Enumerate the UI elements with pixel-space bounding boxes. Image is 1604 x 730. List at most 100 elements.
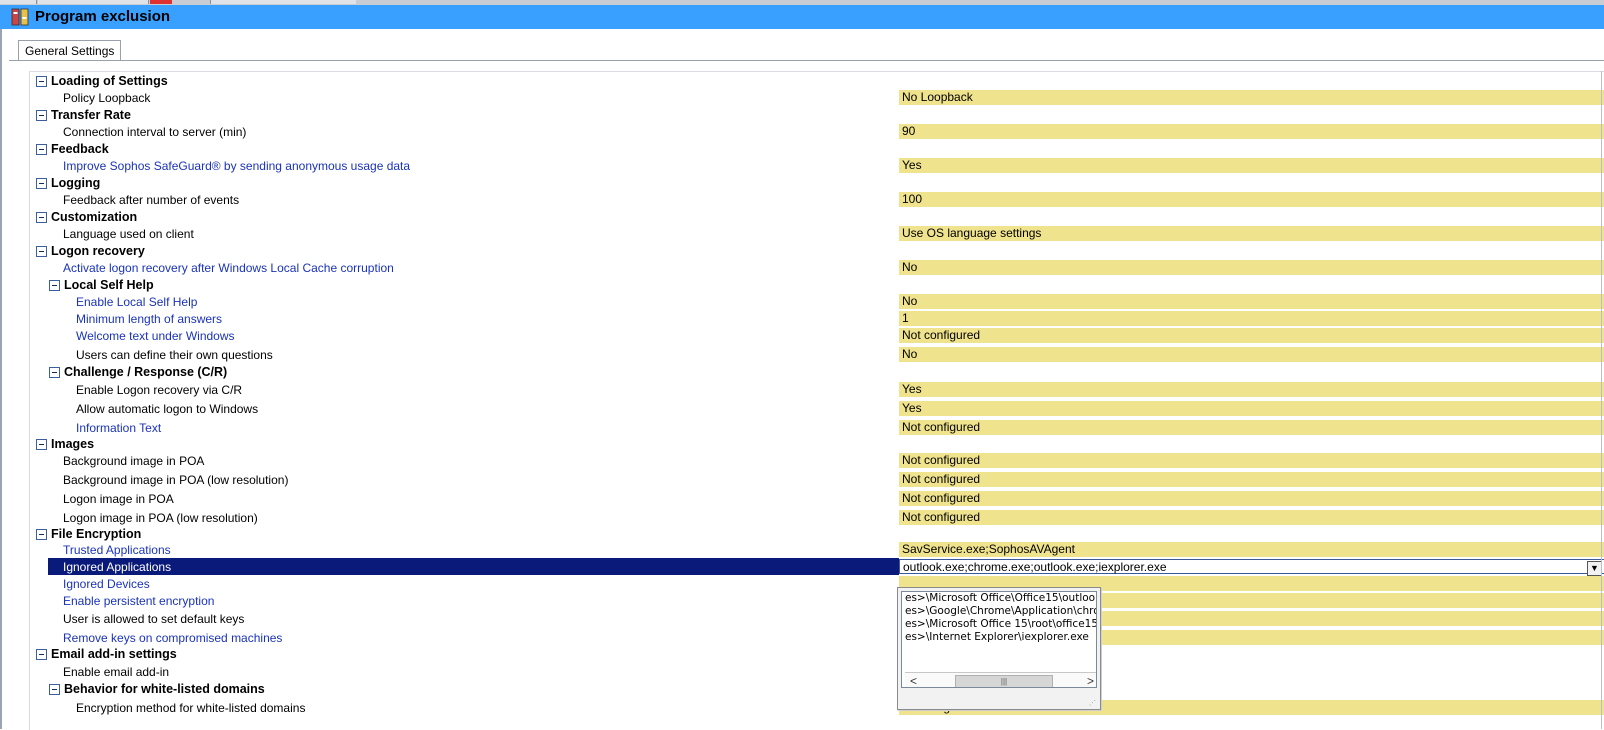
category-label: Logon recovery bbox=[51, 244, 145, 258]
setting-row[interactable]: Language used on client Use OS language s… bbox=[30, 225, 1604, 242]
setting-value[interactable]: Not configured bbox=[899, 420, 1604, 435]
category-row[interactable]: Images bbox=[30, 435, 1604, 452]
collapse-icon[interactable] bbox=[36, 76, 47, 87]
category-row[interactable]: Behavior for white-listed domains bbox=[30, 680, 1604, 697]
setting-value-text: Not configured bbox=[902, 510, 981, 524]
setting-row[interactable]: Ignored Devices bbox=[30, 575, 1604, 592]
setting-label: Activate logon recovery after Windows Lo… bbox=[63, 261, 394, 275]
setting-value[interactable]: Not configured bbox=[899, 328, 1604, 343]
setting-row[interactable]: Trusted Applications SavService.exe;Sopho… bbox=[30, 541, 1604, 558]
setting-value[interactable]: Not configured bbox=[899, 453, 1604, 468]
grid-right-edge bbox=[1601, 71, 1602, 729]
category-label: Email add-in settings bbox=[51, 647, 177, 661]
collapse-icon[interactable] bbox=[36, 212, 47, 223]
category-label: Logging bbox=[51, 176, 101, 190]
tab-general-settings[interactable]: General Settings bbox=[18, 40, 122, 61]
category-label: Local Self Help bbox=[64, 278, 154, 292]
scroll-right-icon[interactable]: > bbox=[1083, 674, 1096, 687]
setting-value[interactable]: Yes bbox=[899, 158, 1604, 173]
category-label: Feedback bbox=[51, 142, 109, 156]
resize-grip-icon[interactable]: ⋰ bbox=[1089, 699, 1097, 707]
setting-row[interactable]: User is allowed to set default keys bbox=[30, 610, 1604, 627]
setting-value[interactable]: Yes bbox=[899, 382, 1604, 397]
collapse-icon[interactable] bbox=[36, 649, 47, 660]
category-row[interactable]: Loading of Settings bbox=[30, 72, 1604, 89]
setting-row[interactable]: Information Text Not configured bbox=[30, 419, 1604, 436]
setting-value[interactable]: SavService.exe;SophosAVAgent bbox=[899, 542, 1604, 557]
collapse-icon[interactable] bbox=[36, 144, 47, 155]
setting-row[interactable]: Policy Loopback No Loopback bbox=[30, 89, 1604, 106]
scroll-left-icon[interactable]: < bbox=[906, 674, 921, 687]
setting-label: Improve Sophos SafeGuard® by sending ano… bbox=[63, 159, 411, 173]
setting-row[interactable]: Connection interval to server (min) 90 bbox=[30, 123, 1604, 140]
setting-row[interactable]: Encryption method for white-listed domai… bbox=[30, 699, 1604, 716]
setting-row[interactable]: Ignored Applications outlook.exe;chrome.e… bbox=[30, 558, 1604, 576]
window-tab-2[interactable] bbox=[38, 0, 149, 4]
setting-value[interactable]: Yes bbox=[899, 401, 1604, 416]
collapse-icon[interactable] bbox=[36, 439, 47, 450]
setting-label: Logon image in POA (low resolution) bbox=[63, 511, 258, 525]
setting-value[interactable]: No Loopback bbox=[899, 90, 1604, 105]
setting-row[interactable]: Logon image in POA Not configured bbox=[30, 490, 1604, 507]
category-row[interactable]: Challenge / Response (C/R) bbox=[30, 363, 1604, 380]
setting-value[interactable]: Not configured bbox=[899, 510, 1604, 525]
window-tab-4[interactable] bbox=[210, 0, 356, 4]
setting-value[interactable]: Not configured bbox=[899, 472, 1604, 487]
setting-value[interactable]: 90 bbox=[899, 124, 1604, 139]
category-row[interactable]: Logging bbox=[30, 174, 1604, 191]
collapse-icon[interactable] bbox=[49, 684, 60, 695]
category-label: Transfer Rate bbox=[51, 108, 131, 122]
setting-value[interactable]: No bbox=[899, 347, 1604, 362]
setting-row[interactable]: Minimum length of answers 1 bbox=[30, 310, 1604, 327]
horizontal-scrollbar[interactable]: < ||| > bbox=[905, 672, 1096, 687]
setting-row[interactable]: Enable Logon recovery via C/R Yes bbox=[30, 381, 1604, 398]
setting-row[interactable]: Allow automatic logon to Windows Yes bbox=[30, 400, 1604, 417]
setting-value[interactable]: Not configured bbox=[899, 491, 1604, 506]
collapse-icon[interactable] bbox=[36, 110, 47, 121]
setting-value[interactable]: Use OS language settings bbox=[899, 226, 1604, 241]
setting-row[interactable]: Enable persistent encryption bbox=[30, 592, 1604, 609]
scroll-thumb[interactable]: ||| bbox=[955, 675, 1053, 687]
category-row[interactable]: Logon recovery bbox=[30, 242, 1604, 259]
editor-textarea[interactable]: es>\Microsoft Office\Office15\outlook.e … bbox=[901, 591, 1097, 688]
setting-label: Enable Local Self Help bbox=[76, 295, 198, 309]
setting-row[interactable]: Users can define their own questions No bbox=[30, 346, 1604, 363]
collapse-icon[interactable] bbox=[36, 246, 47, 257]
setting-value[interactable]: No bbox=[899, 260, 1604, 275]
category-row[interactable]: Feedback bbox=[30, 140, 1604, 157]
setting-row[interactable]: Activate logon recovery after Windows Lo… bbox=[30, 259, 1604, 276]
setting-row[interactable]: Background image in POA (low resolution)… bbox=[30, 471, 1604, 488]
collapse-icon[interactable] bbox=[49, 280, 60, 291]
value-dropdown[interactable]: outlook.exe;chrome.exe;outlook.exe;iexpl… bbox=[899, 559, 1604, 576]
setting-row[interactable]: Enable Local Self Help No bbox=[30, 293, 1604, 310]
editor-line: es>\Microsoft Office 15\root\office15\c bbox=[905, 618, 1097, 630]
setting-row[interactable]: Enable email add-in bbox=[30, 663, 1604, 680]
setting-row[interactable]: Background image in POA Not configured bbox=[30, 452, 1604, 469]
collapse-icon[interactable] bbox=[36, 178, 47, 189]
setting-value[interactable]: 1 bbox=[899, 311, 1604, 326]
category-row[interactable]: Email add-in settings bbox=[30, 645, 1604, 662]
window-tab-3[interactable] bbox=[150, 0, 172, 4]
category-row[interactable]: File Encryption bbox=[30, 525, 1604, 542]
setting-value-text: 100 bbox=[902, 192, 923, 206]
dropdown-arrow-icon[interactable]: ▼ bbox=[1587, 561, 1602, 576]
setting-label: Background image in POA (low resolution) bbox=[63, 473, 289, 487]
collapse-icon[interactable] bbox=[36, 529, 47, 540]
collapse-icon[interactable] bbox=[49, 367, 60, 378]
setting-value[interactable]: No bbox=[899, 294, 1604, 309]
setting-value[interactable]: 100 bbox=[899, 192, 1604, 207]
multiline-editor-popup[interactable]: es>\Microsoft Office\Office15\outlook.e … bbox=[897, 587, 1101, 710]
setting-value-text: No bbox=[902, 294, 918, 308]
setting-row[interactable]: Logon image in POA (low resolution) Not c… bbox=[30, 509, 1604, 526]
setting-label: Policy Loopback bbox=[63, 91, 151, 105]
setting-value-text: 1 bbox=[902, 311, 909, 325]
setting-row[interactable]: Welcome text under Windows Not configured bbox=[30, 327, 1604, 344]
setting-row[interactable]: Feedback after number of events 100 bbox=[30, 191, 1604, 208]
setting-row[interactable]: Remove keys on compromised machines bbox=[30, 629, 1604, 646]
settings-grid: Loading of Settings Policy Loopback No Loo… bbox=[29, 71, 1604, 730]
category-row[interactable]: Local Self Help bbox=[30, 276, 1604, 293]
category-row[interactable]: Customization bbox=[30, 208, 1604, 225]
window-tab-1[interactable] bbox=[0, 0, 37, 4]
setting-row[interactable]: Improve Sophos SafeGuard® by sending ano… bbox=[30, 157, 1604, 174]
category-row[interactable]: Transfer Rate bbox=[30, 106, 1604, 123]
